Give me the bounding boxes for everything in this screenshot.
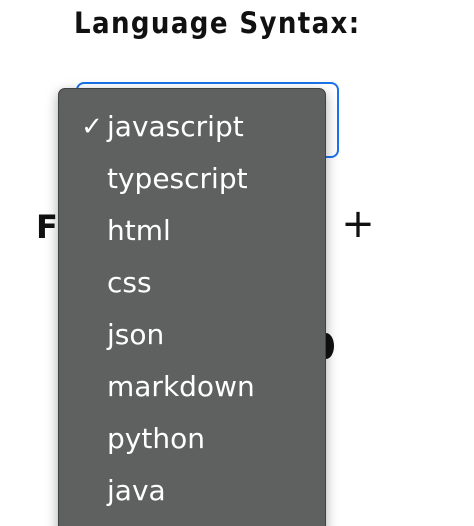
- menu-option-typescript[interactable]: typescript: [59, 153, 325, 205]
- menu-option-python[interactable]: python: [59, 413, 325, 465]
- menu-option-label: json: [107, 318, 165, 351]
- menu-option-javascript[interactable]: ✓ javascript: [59, 101, 325, 153]
- menu-option-label: html: [107, 214, 171, 247]
- page: Language Syntax: F + ✓ javascript typesc…: [0, 0, 474, 526]
- language-dropdown-menu[interactable]: ✓ javascript typescript html css json ma…: [58, 88, 326, 526]
- increase-button[interactable]: +: [341, 202, 375, 246]
- menu-option-css[interactable]: css: [59, 257, 325, 309]
- menu-option-label: css: [107, 266, 152, 299]
- menu-option-markdown[interactable]: markdown: [59, 361, 325, 413]
- menu-option-label: python: [107, 422, 205, 455]
- menu-option-label: markdown: [107, 370, 255, 403]
- language-syntax-heading: Language Syntax:: [74, 6, 361, 40]
- menu-option-label: typescript: [107, 162, 248, 195]
- menu-option-label: javascript: [107, 110, 244, 143]
- menu-option-html[interactable]: html: [59, 205, 325, 257]
- menu-option-label: java: [107, 474, 166, 507]
- menu-option-java[interactable]: java: [59, 465, 325, 517]
- checkmark-icon: ✓: [81, 112, 103, 142]
- font-size-label: F: [36, 208, 58, 246]
- menu-option-json[interactable]: json: [59, 309, 325, 361]
